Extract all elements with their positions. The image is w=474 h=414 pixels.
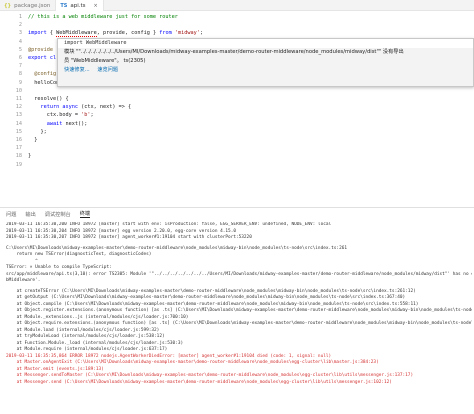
code-token: };	[28, 128, 47, 135]
code-text: export cl	[28, 54, 56, 62]
hover-error-message-line2: 员 "WebMiddleware"。 ts(2305)	[64, 58, 146, 64]
code-text: resolve() {	[28, 95, 69, 103]
code-token: ;	[199, 30, 203, 37]
code-text: };	[28, 128, 47, 136]
code-token: export cl	[28, 55, 57, 61]
code-text: @provide	[28, 46, 53, 54]
code-token: @config	[28, 71, 57, 78]
line-number: 19	[15, 161, 22, 168]
code-text: return async (ctx, next) => {	[28, 103, 131, 111]
hover-import-signature: import WebMiddleware	[58, 39, 473, 48]
line-number: 18	[15, 153, 22, 160]
tab-0[interactable]: {} package.json	[0, 0, 57, 11]
code-token: , provide, config }	[96, 30, 160, 37]
line-number: 8	[18, 71, 22, 78]
typescript-file-icon: TS	[60, 2, 68, 9]
bottom-panel: 问题 输出 调试控制台 终端 2019-03-11 16:35:30,200 INFO…	[0, 207, 474, 414]
code-token: WebMiddleware	[56, 30, 97, 38]
code-token: @provide	[28, 46, 53, 53]
line-number: 1	[18, 14, 22, 20]
code-token: import	[28, 30, 50, 37]
line-number: 15	[15, 128, 22, 135]
code-token: ctx.body =	[28, 112, 82, 119]
editor-tab-bar: {} package.json TS api.ts ×	[0, 0, 474, 11]
peek-problem-link[interactable]: 速览问题	[97, 67, 118, 73]
line-number: 14	[15, 120, 22, 127]
code-token: resolve() {	[28, 96, 69, 102]
quick-fix-link[interactable]: 快速修复...	[64, 67, 90, 73]
code-text: ctx.body = 'b';	[28, 111, 94, 119]
code-text: import { WebMiddleware, provide, config …	[28, 29, 203, 38]
hover-actions: 快速修复... 速览问题	[58, 66, 473, 75]
code-text: // this is a web middleware just for som…	[28, 13, 178, 21]
json-file-icon: {}	[4, 2, 12, 9]
code-line: 10	[0, 87, 474, 95]
code-token: from	[159, 30, 175, 37]
line-number: 12	[15, 104, 22, 111]
code-line: 15 };	[0, 128, 474, 136]
panel-tab-0[interactable]: 问题	[6, 211, 16, 218]
code-token: // this is a web middleware just for som…	[28, 14, 178, 20]
code-text: @config	[28, 70, 56, 78]
code-line: 16 }	[0, 136, 474, 144]
line-number: 7	[18, 63, 22, 70]
tab-label: package.json	[14, 2, 51, 9]
tab-label: api.ts	[70, 2, 86, 9]
panel-tab-3[interactable]: 终端	[79, 210, 91, 218]
line-number: 17	[15, 145, 22, 152]
code-line: 11 resolve() {	[0, 95, 474, 103]
line-number: 5	[18, 46, 22, 53]
line-number: 11	[15, 96, 22, 102]
code-text: }	[28, 152, 31, 160]
line-number: 3	[18, 30, 22, 37]
terminal-line: at Messenger.sendToMaster (C:\Users\MI\D…	[6, 373, 414, 378]
code-line: 14 await next();	[0, 120, 474, 128]
code-token: (ctx, next) => {	[81, 104, 132, 111]
terminal-line: at Object.register.extensions.(anonymous…	[16, 308, 472, 313]
close-icon[interactable]: ×	[94, 3, 98, 9]
code-token: 'midway'	[174, 30, 200, 37]
panel-tab-2[interactable]: 调试控制台	[45, 211, 71, 218]
terminal-output[interactable]: 2019-03-11 16:35:30,200 INFO 18972 [mast…	[6, 222, 472, 414]
terminal-line: at getOutput (C:\Users\MI\Downloads\midw…	[6, 295, 406, 300]
line-number: 10	[15, 87, 22, 94]
code-line: 13 ctx.body = 'b';	[0, 111, 474, 119]
line-number: 13	[15, 112, 22, 119]
panel-tab-1[interactable]: 输出	[25, 211, 35, 218]
terminal-line: src/app/middleware/api.ts(3,10): error T…	[6, 271, 472, 277]
code-line: 18}	[0, 152, 474, 160]
code-token: }	[28, 137, 38, 143]
hover-popup: import WebMiddleware 模块 ""../../../../..…	[57, 38, 474, 87]
line-number: 16	[15, 137, 22, 143]
line-number: 6	[18, 55, 22, 61]
terminal-line: at Messenger.send (C:\Users\MI\Downloads…	[6, 379, 392, 385]
hover-error-message-line1: 模块 ""../../../../../../../Users/MI/Downl…	[64, 49, 404, 55]
code-token: next();	[65, 120, 88, 127]
line-number: 9	[18, 79, 22, 86]
code-token: await	[28, 120, 66, 127]
code-text: await next();	[28, 120, 88, 128]
terminal-line: at Object.require.extensions.(anonymous …	[16, 321, 472, 326]
code-line: 1 // this is a web middleware just for so…	[0, 13, 474, 21]
code-token: ;	[90, 112, 94, 119]
code-text: }	[28, 136, 37, 144]
code-token: return async	[28, 104, 82, 111]
line-number: 4	[18, 38, 22, 45]
panel-tabs: 问题 输出 调试控制台 终端	[0, 208, 474, 220]
code-line: 3 import { WebMiddleware, provide, config…	[0, 29, 474, 38]
line-number: 2	[18, 22, 22, 29]
tab-1[interactable]: TS api.ts ×	[56, 0, 104, 11]
code-line: 17	[0, 144, 474, 152]
code-token: }	[28, 153, 32, 160]
code-line: 2	[0, 21, 474, 29]
code-line: 19	[0, 161, 474, 169]
code-line: 12 return async (ctx, next) => {	[0, 103, 474, 111]
